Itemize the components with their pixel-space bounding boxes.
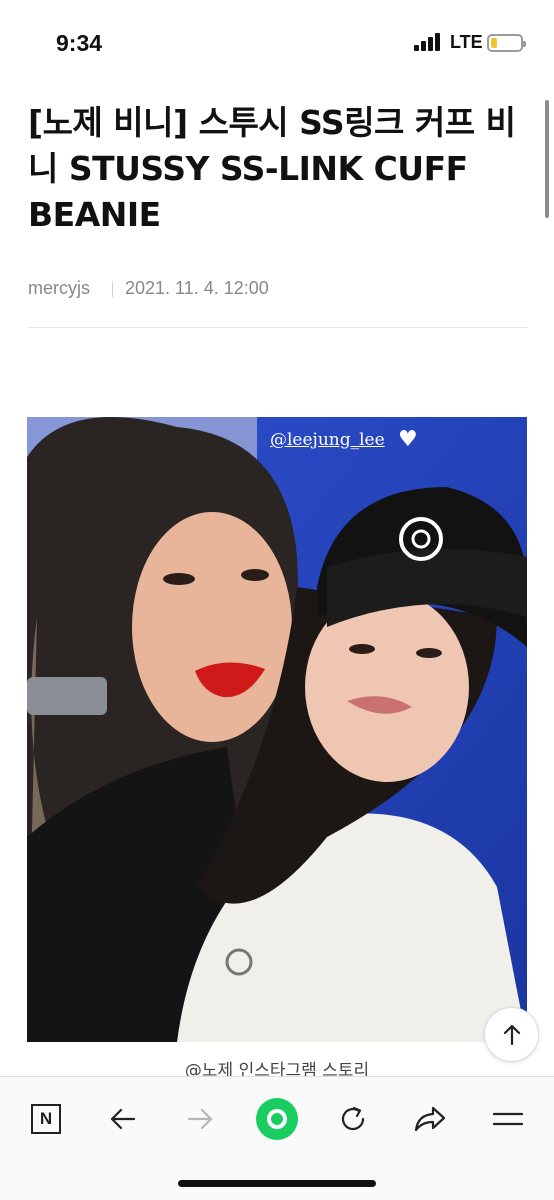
header-divider — [28, 327, 528, 328]
article-meta: mercyjs 2021. 11. 4. 12:00 — [28, 278, 269, 299]
article-photo[interactable] — [27, 417, 527, 1042]
author-name[interactable]: mercyjs — [28, 278, 90, 299]
share-button[interactable] — [408, 1097, 452, 1141]
menu-button[interactable] — [486, 1097, 530, 1141]
refresh-button[interactable] — [331, 1097, 375, 1141]
status-bar: 9:34 LTE — [0, 0, 554, 80]
signal-strength-icon — [414, 33, 444, 51]
naver-home-icon: N — [31, 1104, 61, 1134]
share-icon — [414, 1106, 446, 1132]
forward-button[interactable] — [178, 1097, 222, 1141]
back-arrow-icon — [110, 1108, 136, 1130]
menu-icon — [492, 1112, 524, 1126]
green-dot-button[interactable] — [253, 1095, 301, 1143]
home-indicator[interactable] — [178, 1180, 376, 1187]
scroll-indicator[interactable] — [545, 100, 549, 218]
battery-icon — [487, 34, 526, 52]
heart-icon: ♥ — [398, 427, 418, 452]
meta-separator — [112, 280, 113, 297]
story-tag-text: @leejung_lee — [270, 430, 385, 450]
naver-home-label: N — [39, 1109, 53, 1128]
naver-home-button[interactable]: N — [24, 1097, 68, 1141]
publish-date: 2021. 11. 4. 12:00 — [125, 278, 269, 298]
scroll-to-top-button[interactable] — [484, 1007, 539, 1062]
photo-illustration — [27, 417, 527, 1042]
article-title: [노제 비니] 스투시 SS링크 커프 비니 STUSSY SS-LINK CU… — [28, 103, 516, 234]
photo-caption: @노제 인스타그램 스토리 — [184, 1061, 370, 1076]
up-arrow-icon — [503, 1024, 520, 1045]
status-time: 9:34 — [56, 30, 103, 56]
refresh-icon — [341, 1106, 365, 1131]
back-button[interactable] — [101, 1097, 145, 1141]
network-type: LTE — [450, 32, 483, 52]
forward-arrow-icon — [187, 1108, 213, 1130]
green-dot-icon — [256, 1098, 298, 1140]
